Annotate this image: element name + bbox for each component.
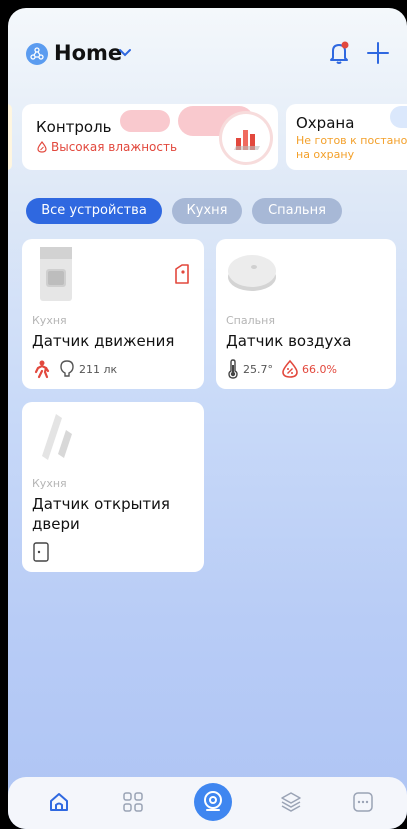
cloud-decoration — [390, 106, 407, 128]
cloud-decoration — [120, 110, 170, 132]
top-header: Home — [8, 38, 407, 78]
more-icon[interactable] — [350, 789, 376, 815]
tab-bedroom[interactable]: Спальня — [252, 198, 342, 224]
device-card-motion[interactable]: Кухня Датчик движения 211 лк — [22, 239, 204, 389]
person-motion-icon — [34, 360, 50, 379]
plus-icon[interactable] — [365, 40, 391, 66]
device-name: Датчик движения — [32, 332, 175, 350]
camera-center-icon — [204, 791, 222, 811]
humidity-drop-icon — [37, 141, 47, 153]
device-room: Спальня — [226, 314, 275, 327]
device-card-door[interactable]: Кухня Датчик открытия двери — [22, 402, 204, 572]
scene-status-text: Высокая влажность — [51, 140, 178, 154]
device-name: Датчик воздуха — [226, 332, 352, 350]
grid-icon[interactable] — [120, 789, 146, 815]
layers-icon[interactable] — [278, 789, 304, 815]
chart-bars-icon — [222, 114, 270, 162]
humidity-drop-icon — [282, 359, 298, 378]
bell-alert-icon[interactable] — [327, 40, 351, 66]
scene-card-guard[interactable]: Охрана Не готов к постано на охрану — [286, 104, 407, 170]
humidity-value: 66.0% — [302, 362, 337, 376]
chevron-down-icon[interactable] — [118, 48, 132, 58]
home-selector-title[interactable]: Home — [54, 41, 122, 65]
device-stats: 211 лк — [32, 359, 125, 379]
scene-card-control[interactable]: Контроль Высокая влажность — [22, 104, 278, 170]
home-icon[interactable] — [46, 789, 72, 815]
scene-status: Не готов к постано на охрану — [296, 134, 407, 162]
device-stats — [32, 542, 50, 562]
app-screen: Home Контроль Высокая влажность Охрана Н… — [8, 8, 407, 829]
tab-all-devices[interactable]: Все устройства — [26, 198, 162, 224]
thermometer-icon — [228, 359, 238, 379]
device-room: Кухня — [32, 477, 67, 490]
battery-low-icon[interactable] — [172, 263, 192, 285]
temperature-value: 25.7° — [243, 362, 273, 376]
device-card-air[interactable]: Спальня Датчик воздуха 25.7° 66.0% — [216, 239, 396, 389]
home-network-icon[interactable] — [26, 43, 48, 65]
device-name-line: Датчик открытия — [32, 495, 170, 513]
camera-center-button[interactable] — [194, 783, 232, 821]
scene-card-partial[interactable] — [8, 104, 12, 170]
bottom-nav — [8, 777, 407, 829]
device-room: Кухня — [32, 314, 67, 327]
tab-kitchen[interactable]: Кухня — [172, 198, 242, 224]
scene-title: Контроль — [36, 118, 112, 136]
air-sensor-image — [228, 255, 276, 291]
device-name-line: двери — [32, 515, 80, 533]
device-stats: 25.7° 66.0% — [226, 359, 345, 379]
light-bulb-icon — [60, 360, 74, 377]
scene-status: Высокая влажность — [36, 140, 177, 154]
device-name: Датчик открытия двери — [32, 494, 170, 534]
door-sensor-image — [42, 414, 72, 460]
illuminance-value: 211 лк — [79, 362, 118, 376]
scene-status-line: на охрану — [296, 148, 355, 161]
motion-sensor-image — [40, 247, 72, 301]
door-closed-icon — [33, 542, 49, 562]
scene-title: Охрана — [296, 114, 355, 132]
scene-status-line: Не готов к постано — [296, 134, 407, 147]
